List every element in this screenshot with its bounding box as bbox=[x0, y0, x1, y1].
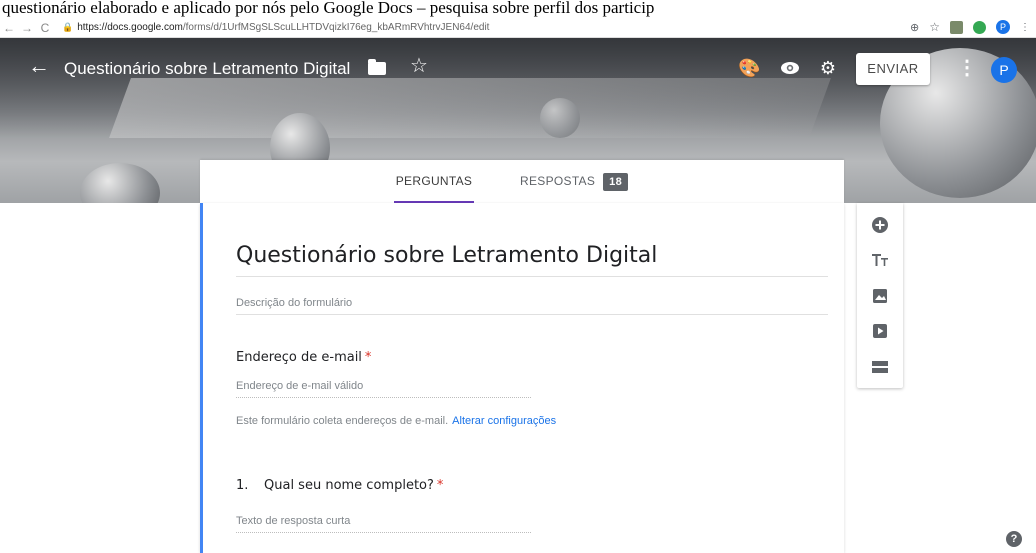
browser-actions: ⊕ ☆ P ⋮ bbox=[910, 20, 1030, 34]
email-question-label: Endereço de e-mail * bbox=[236, 350, 371, 365]
back-arrow-icon[interactable]: ← bbox=[28, 55, 50, 77]
lock-icon: 🔒 bbox=[62, 22, 74, 32]
address-bar[interactable]: https://docs.google.com/forms/d/1UrfMSgS… bbox=[77, 22, 489, 33]
question-1-answer-field: Texto de resposta curta bbox=[236, 515, 531, 533]
more-options-icon[interactable]: ⋮ bbox=[957, 57, 977, 79]
question-1-label[interactable]: 1. Qual seu nome completo? * bbox=[236, 478, 443, 493]
star-icon[interactable]: ☆ bbox=[410, 55, 428, 77]
zoom-icon[interactable]: ⊕ bbox=[910, 21, 919, 34]
form-card: Questionário sobre Letramento Digital De… bbox=[200, 203, 844, 553]
back-arrow-icon[interactable]: ← bbox=[0, 21, 18, 35]
form-doc-title[interactable]: Questionário sobre Letramento Digital bbox=[64, 58, 350, 80]
forward-arrow-icon[interactable]: → bbox=[18, 21, 36, 35]
add-question-icon[interactable] bbox=[870, 215, 890, 235]
preview-eye-icon[interactable] bbox=[780, 58, 800, 78]
email-collect-note: Este formulário coleta endereços de e-ma… bbox=[236, 415, 556, 427]
floating-toolbar bbox=[857, 203, 903, 388]
help-icon[interactable]: ? bbox=[1006, 531, 1022, 547]
browser-avatar[interactable]: P bbox=[996, 20, 1010, 34]
required-mark: * bbox=[364, 350, 372, 365]
send-button[interactable]: ENVIAR bbox=[856, 53, 930, 85]
required-mark: * bbox=[436, 478, 444, 493]
caption-text: questionário elaborado e aplicado por nó… bbox=[0, 0, 1036, 18]
email-collect-text: Este formulário coleta endereços de e-ma… bbox=[236, 415, 449, 427]
extension-icon[interactable] bbox=[973, 20, 986, 34]
folder-icon[interactable] bbox=[368, 59, 386, 75]
browser-menu-icon[interactable]: ⋮ bbox=[1020, 22, 1030, 33]
form-description-field[interactable]: Descrição do formulário bbox=[236, 297, 828, 315]
url-path: /forms/d/1UrfMSgSLScuLLHTDVqizkI76eg_kbA… bbox=[182, 22, 490, 33]
url-host: https://docs.google.com bbox=[77, 22, 183, 33]
add-section-icon[interactable] bbox=[870, 357, 890, 377]
tab-questions[interactable]: PERGUNTAS bbox=[394, 160, 474, 203]
email-answer-field: Endereço de e-mail válido bbox=[236, 380, 531, 398]
change-settings-link[interactable]: Alterar configurações bbox=[452, 415, 556, 427]
extension-icon[interactable] bbox=[950, 20, 963, 34]
question-1-text: Qual seu nome completo? bbox=[264, 478, 434, 493]
tab-responses[interactable]: RESPOSTAS 18 bbox=[520, 160, 629, 203]
browser-toolbar: ← → C 🔒 https://docs.google.com/forms/d/… bbox=[0, 18, 1036, 38]
bookmark-star-icon[interactable]: ☆ bbox=[929, 20, 940, 34]
add-title-icon[interactable] bbox=[870, 250, 890, 270]
palette-icon[interactable]: 🎨 bbox=[738, 58, 760, 78]
account-avatar[interactable]: P bbox=[991, 57, 1017, 83]
settings-gear-icon[interactable]: ⚙ bbox=[818, 58, 838, 78]
question-number: 1. bbox=[236, 478, 249, 493]
add-image-icon[interactable] bbox=[870, 286, 890, 306]
form-title-field[interactable]: Questionário sobre Letramento Digital bbox=[236, 239, 828, 277]
tabs-bar: PERGUNTAS RESPOSTAS 18 bbox=[200, 160, 844, 203]
add-video-icon[interactable] bbox=[870, 321, 890, 341]
reload-icon[interactable]: C bbox=[36, 21, 54, 35]
responses-count-badge: 18 bbox=[603, 172, 629, 191]
tab-responses-label: RESPOSTAS bbox=[520, 174, 596, 188]
email-label-text: Endereço de e-mail bbox=[236, 350, 362, 365]
